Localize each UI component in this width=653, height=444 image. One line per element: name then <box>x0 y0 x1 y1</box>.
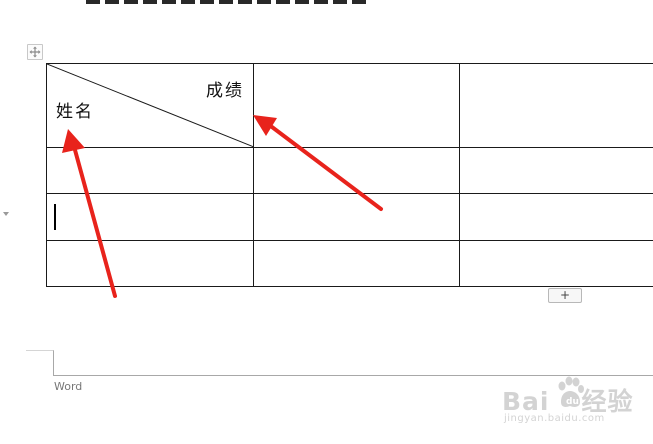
watermark-brand-right: 经验 <box>581 387 634 416</box>
diagonal-header-cell[interactable]: 成绩 姓名 <box>46 63 254 148</box>
table-cell[interactable] <box>253 147 460 194</box>
baidu-watermark: Bai 经验 du jingyan.baidu.com <box>502 376 642 432</box>
document-table: 成绩 姓名 <box>46 63 653 287</box>
text-cursor <box>54 204 56 230</box>
table-cell[interactable] <box>459 193 653 241</box>
table-cell[interactable] <box>46 193 254 241</box>
clipped-heading-strokes <box>86 0 366 4</box>
table-move-handle[interactable] <box>27 44 43 60</box>
table-row: 成绩 姓名 <box>46 63 653 148</box>
add-row-button[interactable]: + <box>548 288 582 303</box>
four-way-arrow-icon <box>29 46 41 58</box>
table-cell[interactable] <box>253 63 460 148</box>
table-cell[interactable] <box>459 147 653 194</box>
svg-text:du: du <box>566 397 579 407</box>
table-cell[interactable] <box>46 240 254 287</box>
table-cell[interactable] <box>459 240 653 287</box>
table-row <box>46 240 653 287</box>
page-corner-mark <box>26 350 54 376</box>
header-label-score: 成绩 <box>206 81 244 101</box>
app-label: Word <box>54 380 83 393</box>
header-label-name: 姓名 <box>56 102 94 122</box>
table-cell[interactable] <box>253 193 460 241</box>
table-row <box>46 193 653 241</box>
watermark-url: jingyan.baidu.com <box>504 413 605 424</box>
table-cell[interactable] <box>46 147 254 194</box>
watermark-brand-left: Bai <box>502 387 550 416</box>
baidu-paw-icon: du <box>558 376 584 407</box>
table-cell[interactable] <box>459 63 653 148</box>
table-cell[interactable] <box>253 240 460 287</box>
clipped-heading-text <box>0 0 653 8</box>
ruler-indent-marker <box>3 212 9 216</box>
table-row <box>46 147 653 194</box>
table-grid: 成绩 姓名 <box>46 63 653 287</box>
